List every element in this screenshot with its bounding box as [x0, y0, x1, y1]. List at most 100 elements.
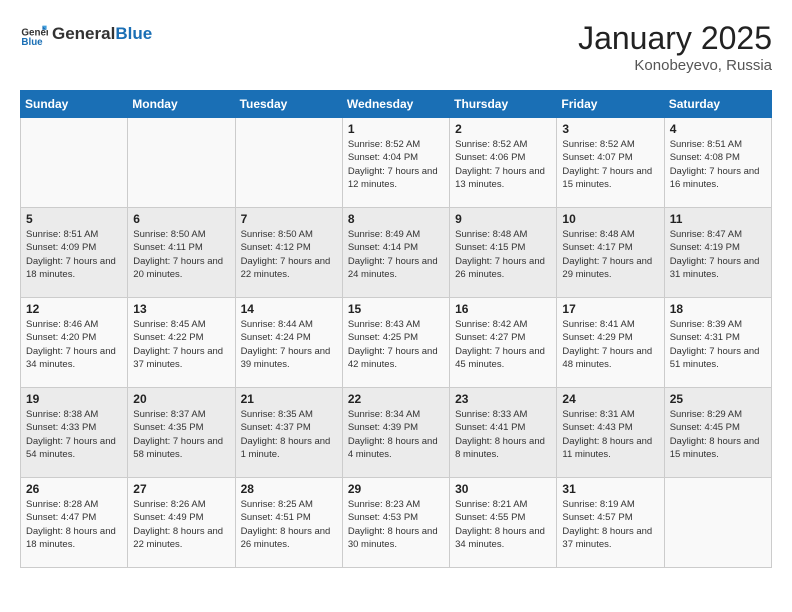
- day-cell-3-5: 24 Sunrise: 8:31 AMSunset: 4:43 PMDaylig…: [557, 388, 664, 478]
- header-friday: Friday: [557, 91, 664, 118]
- day-cell-3-4: 23 Sunrise: 8:33 AMSunset: 4:41 PMDaylig…: [450, 388, 557, 478]
- day-info: Sunrise: 8:28 AMSunset: 4:47 PMDaylight:…: [26, 498, 122, 551]
- day-cell-2-1: 13 Sunrise: 8:45 AMSunset: 4:22 PMDaylig…: [128, 298, 235, 388]
- day-info: Sunrise: 8:48 AMSunset: 4:17 PMDaylight:…: [562, 228, 658, 281]
- day-number: 13: [133, 302, 229, 316]
- header-wednesday: Wednesday: [342, 91, 449, 118]
- day-cell-4-1: 27 Sunrise: 8:26 AMSunset: 4:49 PMDaylig…: [128, 478, 235, 568]
- day-cell-1-1: 6 Sunrise: 8:50 AMSunset: 4:11 PMDayligh…: [128, 208, 235, 298]
- day-number: 22: [348, 392, 444, 406]
- day-number: 20: [133, 392, 229, 406]
- week-row-5: 26 Sunrise: 8:28 AMSunset: 4:47 PMDaylig…: [21, 478, 772, 568]
- day-info: Sunrise: 8:41 AMSunset: 4:29 PMDaylight:…: [562, 318, 658, 371]
- day-cell-3-0: 19 Sunrise: 8:38 AMSunset: 4:33 PMDaylig…: [21, 388, 128, 478]
- day-cell-1-6: 11 Sunrise: 8:47 AMSunset: 4:19 PMDaylig…: [664, 208, 771, 298]
- day-number: 23: [455, 392, 551, 406]
- day-number: 29: [348, 482, 444, 496]
- day-number: 31: [562, 482, 658, 496]
- day-number: 8: [348, 212, 444, 226]
- day-info: Sunrise: 8:34 AMSunset: 4:39 PMDaylight:…: [348, 408, 444, 461]
- day-cell-3-6: 25 Sunrise: 8:29 AMSunset: 4:45 PMDaylig…: [664, 388, 771, 478]
- day-cell-0-2: [235, 118, 342, 208]
- week-row-4: 19 Sunrise: 8:38 AMSunset: 4:33 PMDaylig…: [21, 388, 772, 478]
- day-info: Sunrise: 8:50 AMSunset: 4:11 PMDaylight:…: [133, 228, 229, 281]
- day-number: 10: [562, 212, 658, 226]
- header-sunday: Sunday: [21, 91, 128, 118]
- day-info: Sunrise: 8:49 AMSunset: 4:14 PMDaylight:…: [348, 228, 444, 281]
- day-info: Sunrise: 8:33 AMSunset: 4:41 PMDaylight:…: [455, 408, 551, 461]
- day-info: Sunrise: 8:43 AMSunset: 4:25 PMDaylight:…: [348, 318, 444, 371]
- day-cell-2-3: 15 Sunrise: 8:43 AMSunset: 4:25 PMDaylig…: [342, 298, 449, 388]
- day-number: 27: [133, 482, 229, 496]
- day-info: Sunrise: 8:44 AMSunset: 4:24 PMDaylight:…: [241, 318, 337, 371]
- weekday-header-row: Sunday Monday Tuesday Wednesday Thursday…: [21, 91, 772, 118]
- day-cell-3-2: 21 Sunrise: 8:35 AMSunset: 4:37 PMDaylig…: [235, 388, 342, 478]
- day-number: 24: [562, 392, 658, 406]
- day-number: 16: [455, 302, 551, 316]
- day-info: Sunrise: 8:23 AMSunset: 4:53 PMDaylight:…: [348, 498, 444, 551]
- day-number: 14: [241, 302, 337, 316]
- day-number: 19: [26, 392, 122, 406]
- day-number: 5: [26, 212, 122, 226]
- day-info: Sunrise: 8:51 AMSunset: 4:08 PMDaylight:…: [670, 138, 766, 191]
- month-year-title: January 2025: [578, 20, 772, 57]
- day-number: 30: [455, 482, 551, 496]
- day-number: 9: [455, 212, 551, 226]
- day-cell-4-3: 29 Sunrise: 8:23 AMSunset: 4:53 PMDaylig…: [342, 478, 449, 568]
- calendar-table: Sunday Monday Tuesday Wednesday Thursday…: [20, 90, 772, 568]
- day-number: 3: [562, 122, 658, 136]
- day-cell-1-4: 9 Sunrise: 8:48 AMSunset: 4:15 PMDayligh…: [450, 208, 557, 298]
- day-cell-0-1: [128, 118, 235, 208]
- day-cell-1-5: 10 Sunrise: 8:48 AMSunset: 4:17 PMDaylig…: [557, 208, 664, 298]
- location-subtitle: Konobeyevo, Russia: [578, 57, 772, 74]
- day-info: Sunrise: 8:25 AMSunset: 4:51 PMDaylight:…: [241, 498, 337, 551]
- day-cell-0-4: 2 Sunrise: 8:52 AMSunset: 4:06 PMDayligh…: [450, 118, 557, 208]
- day-number: 28: [241, 482, 337, 496]
- day-cell-4-5: 31 Sunrise: 8:19 AMSunset: 4:57 PMDaylig…: [557, 478, 664, 568]
- day-number: 6: [133, 212, 229, 226]
- day-cell-3-3: 22 Sunrise: 8:34 AMSunset: 4:39 PMDaylig…: [342, 388, 449, 478]
- day-info: Sunrise: 8:52 AMSunset: 4:06 PMDaylight:…: [455, 138, 551, 191]
- day-cell-2-2: 14 Sunrise: 8:44 AMSunset: 4:24 PMDaylig…: [235, 298, 342, 388]
- day-number: 11: [670, 212, 766, 226]
- week-row-2: 5 Sunrise: 8:51 AMSunset: 4:09 PMDayligh…: [21, 208, 772, 298]
- header-monday: Monday: [128, 91, 235, 118]
- day-info: Sunrise: 8:39 AMSunset: 4:31 PMDaylight:…: [670, 318, 766, 371]
- day-number: 15: [348, 302, 444, 316]
- day-info: Sunrise: 8:52 AMSunset: 4:04 PMDaylight:…: [348, 138, 444, 191]
- page-header: General Blue GeneralBlue January 2025 Ko…: [20, 20, 772, 74]
- day-info: Sunrise: 8:21 AMSunset: 4:55 PMDaylight:…: [455, 498, 551, 551]
- day-cell-1-0: 5 Sunrise: 8:51 AMSunset: 4:09 PMDayligh…: [21, 208, 128, 298]
- day-cell-0-5: 3 Sunrise: 8:52 AMSunset: 4:07 PMDayligh…: [557, 118, 664, 208]
- day-info: Sunrise: 8:52 AMSunset: 4:07 PMDaylight:…: [562, 138, 658, 191]
- day-number: 1: [348, 122, 444, 136]
- day-cell-2-4: 16 Sunrise: 8:42 AMSunset: 4:27 PMDaylig…: [450, 298, 557, 388]
- header-saturday: Saturday: [664, 91, 771, 118]
- day-number: 12: [26, 302, 122, 316]
- day-number: 26: [26, 482, 122, 496]
- day-cell-4-6: [664, 478, 771, 568]
- day-cell-4-4: 30 Sunrise: 8:21 AMSunset: 4:55 PMDaylig…: [450, 478, 557, 568]
- day-number: 25: [670, 392, 766, 406]
- day-info: Sunrise: 8:45 AMSunset: 4:22 PMDaylight:…: [133, 318, 229, 371]
- day-cell-2-0: 12 Sunrise: 8:46 AMSunset: 4:20 PMDaylig…: [21, 298, 128, 388]
- title-block: January 2025 Konobeyevo, Russia: [578, 20, 772, 74]
- day-info: Sunrise: 8:37 AMSunset: 4:35 PMDaylight:…: [133, 408, 229, 461]
- header-tuesday: Tuesday: [235, 91, 342, 118]
- logo-icon: General Blue: [20, 20, 48, 48]
- day-cell-1-3: 8 Sunrise: 8:49 AMSunset: 4:14 PMDayligh…: [342, 208, 449, 298]
- day-cell-2-5: 17 Sunrise: 8:41 AMSunset: 4:29 PMDaylig…: [557, 298, 664, 388]
- day-info: Sunrise: 8:38 AMSunset: 4:33 PMDaylight:…: [26, 408, 122, 461]
- day-number: 4: [670, 122, 766, 136]
- day-info: Sunrise: 8:35 AMSunset: 4:37 PMDaylight:…: [241, 408, 337, 461]
- day-cell-4-0: 26 Sunrise: 8:28 AMSunset: 4:47 PMDaylig…: [21, 478, 128, 568]
- day-number: 2: [455, 122, 551, 136]
- day-info: Sunrise: 8:26 AMSunset: 4:49 PMDaylight:…: [133, 498, 229, 551]
- day-info: Sunrise: 8:47 AMSunset: 4:19 PMDaylight:…: [670, 228, 766, 281]
- logo: General Blue GeneralBlue: [20, 20, 152, 48]
- day-number: 21: [241, 392, 337, 406]
- day-info: Sunrise: 8:29 AMSunset: 4:45 PMDaylight:…: [670, 408, 766, 461]
- day-cell-0-3: 1 Sunrise: 8:52 AMSunset: 4:04 PMDayligh…: [342, 118, 449, 208]
- day-number: 17: [562, 302, 658, 316]
- day-info: Sunrise: 8:42 AMSunset: 4:27 PMDaylight:…: [455, 318, 551, 371]
